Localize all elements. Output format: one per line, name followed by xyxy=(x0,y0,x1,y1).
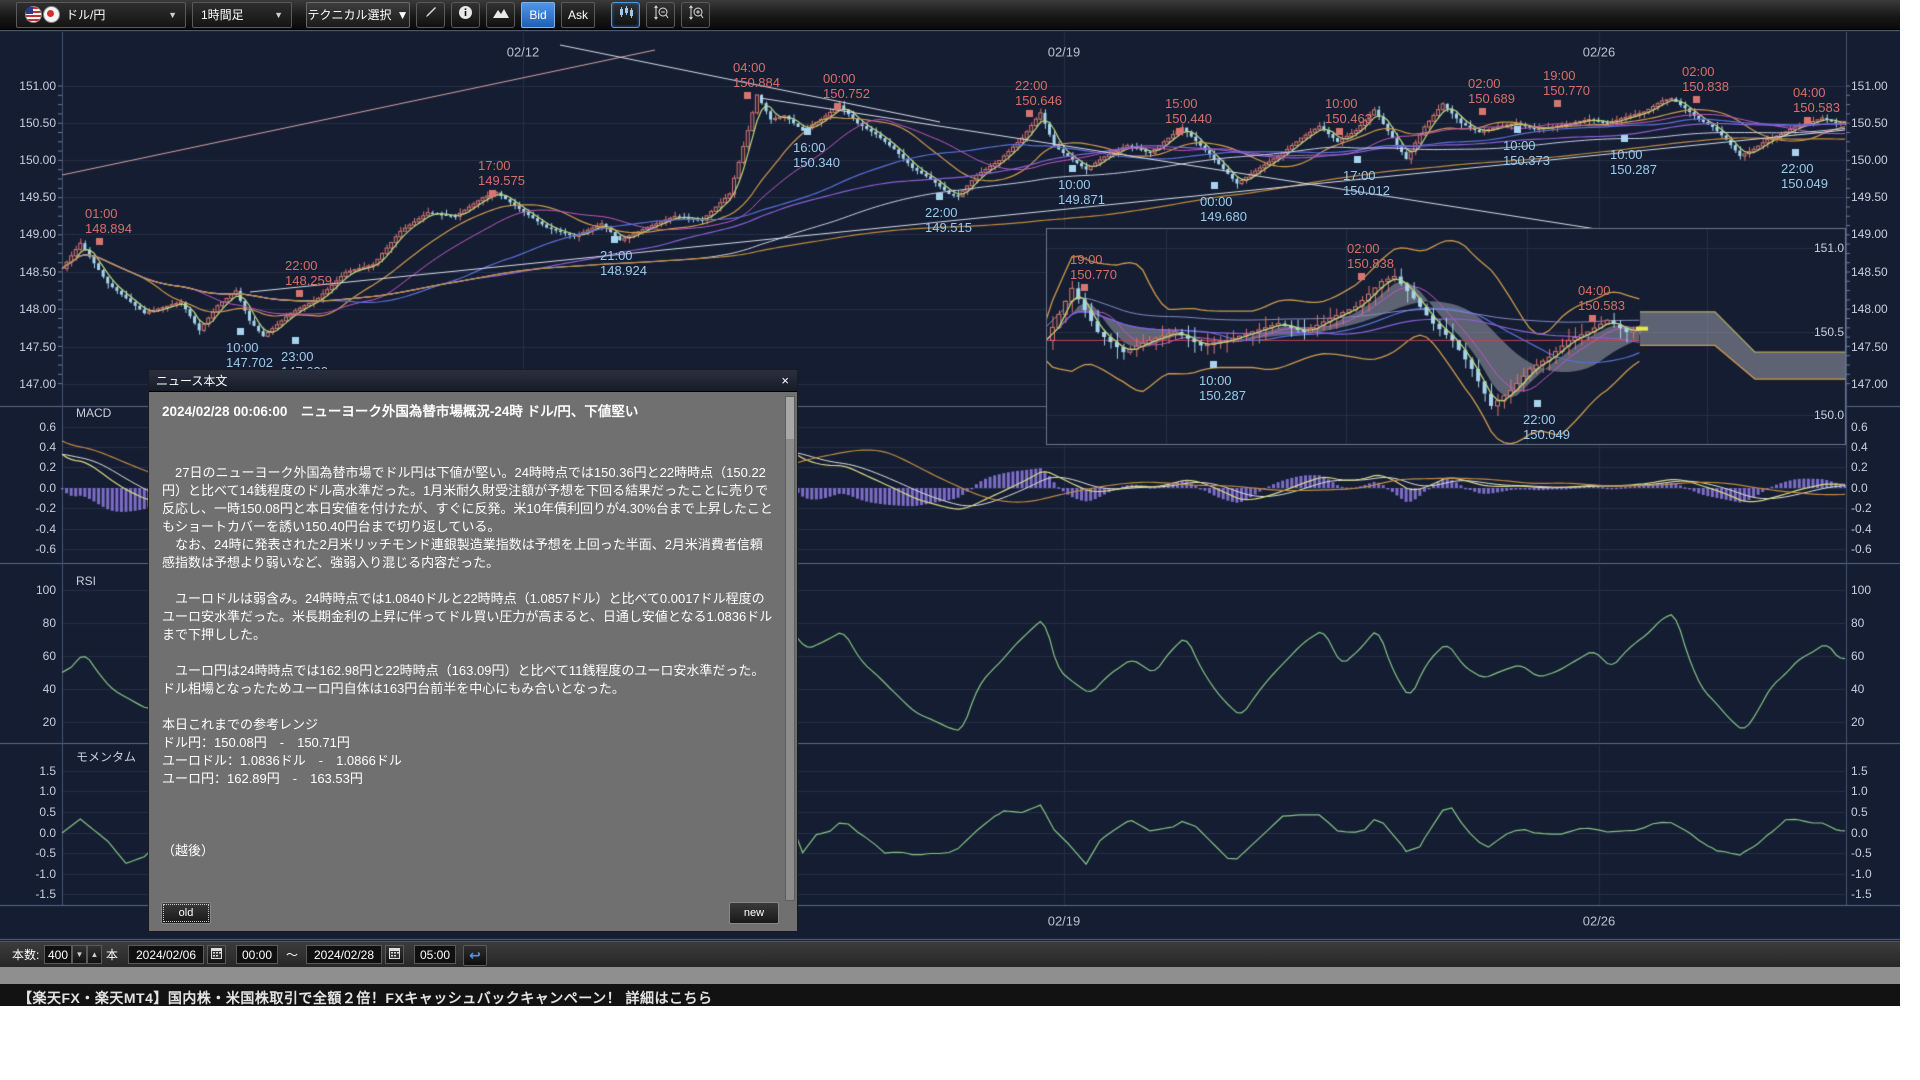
chevron-down-icon: ▼ xyxy=(76,950,84,959)
campaign-banner-text: 【楽天FX・楽天MT4】国内株・米国株取引で全額２倍！FXキャッシュバックキャン… xyxy=(18,988,712,1006)
close-icon[interactable]: × xyxy=(781,374,789,387)
us-flag-icon xyxy=(25,6,42,23)
chevron-up-icon: ▲ xyxy=(91,950,99,959)
time-from-input[interactable]: 00:00 xyxy=(236,945,278,964)
return-arrow-icon: ↩ xyxy=(469,947,481,964)
bar-count-label: 本数: xyxy=(12,945,39,964)
bid-toggle[interactable]: Bid xyxy=(521,2,555,28)
zoom-in-button[interactable] xyxy=(681,2,710,28)
status-strip xyxy=(0,967,1900,984)
currency-pair-select[interactable]: ドル/円 ▼ xyxy=(16,2,186,28)
calendar-icon xyxy=(389,948,400,962)
zoom-out-icon xyxy=(653,5,669,25)
ask-toggle[interactable]: Ask xyxy=(561,2,595,28)
count-increment-button[interactable]: ▲ xyxy=(87,945,102,964)
news-paragraph: ユーロ円は24時時点では162.98円と22時時点（163.09円）と比べて11… xyxy=(162,662,775,698)
timeframe-select[interactable]: 1時間足 ▼ xyxy=(192,2,292,28)
bar-count-input[interactable]: 400 xyxy=(44,945,72,964)
technical-select-label: テクニカル選択 xyxy=(308,6,392,23)
news-scrollbar[interactable] xyxy=(785,396,795,901)
date-to-calendar-button[interactable] xyxy=(385,945,404,964)
candlestick-icon xyxy=(618,5,634,24)
news-paragraphs: 27日のニューヨーク外国為替市場でドル円は下値が堅い。24時時点では150.36… xyxy=(162,464,775,860)
screenshot-page: ドル/円 ▼ 1時間足 ▼ テクニカル選択 ▼ xyxy=(0,0,1920,1080)
date-from-input[interactable]: 2024/02/06 xyxy=(128,945,204,964)
news-popup-body: 2024/02/28 00:06:00 ニューヨーク外国為替市場概況-24時 ド… xyxy=(149,392,797,931)
draw-pencil-button[interactable] xyxy=(416,2,445,28)
top-toolbar: ドル/円 ▼ 1時間足 ▼ テクニカル選択 ▼ xyxy=(0,0,1900,30)
news-popup-title: ニュース本文 xyxy=(156,372,227,389)
bid-label: Bid xyxy=(529,8,546,22)
area-chart-button[interactable] xyxy=(486,2,515,28)
zoom-out-button[interactable] xyxy=(646,2,675,28)
currency-pair-label: ドル/円 xyxy=(66,6,105,23)
technical-select-button[interactable]: テクニカル選択 ▼ xyxy=(306,2,410,28)
old-button-label: old xyxy=(179,907,194,919)
date-to-input[interactable]: 2024/02/28 xyxy=(306,945,382,964)
pencil-icon xyxy=(424,5,438,24)
zoom-in-icon xyxy=(688,5,704,25)
chevron-down-icon: ▼ xyxy=(168,10,177,20)
mountain-icon xyxy=(493,6,509,24)
time-to-input[interactable]: 05:00 xyxy=(414,945,456,964)
news-paragraph: 27日のニューヨーク外国為替市場でドル円は下値が堅い。24時時点では150.36… xyxy=(162,464,775,572)
chevron-down-icon: ▼ xyxy=(274,10,283,20)
news-popup: ニュース本文 × 2024/02/28 00:06:00 ニューヨーク外国為替市… xyxy=(148,369,798,932)
chevron-down-icon: ▼ xyxy=(397,8,409,22)
ask-label: Ask xyxy=(568,8,588,22)
new-button-label: new xyxy=(744,907,764,919)
timeframe-label: 1時間足 xyxy=(201,6,244,23)
count-decrement-button[interactable]: ▼ xyxy=(72,945,87,964)
scrollbar-thumb[interactable] xyxy=(786,397,794,439)
reload-range-button[interactable]: ↩ xyxy=(463,945,487,966)
candle-chart-button[interactable] xyxy=(611,2,640,28)
range-tilde: ～ xyxy=(286,945,298,964)
chart-app-window: ドル/円 ▼ 1時間足 ▼ テクニカル選択 ▼ xyxy=(0,0,1900,1006)
info-icon xyxy=(458,5,473,25)
news-paragraph: 本日これまでの参考レンジ ドル円：150.08円 - 150.71円 ユーロドル… xyxy=(162,716,775,788)
bar-unit-label: 本 xyxy=(106,945,118,964)
news-headline: 2024/02/28 00:06:00 ニューヨーク外国為替市場概況-24時 ド… xyxy=(162,400,775,420)
news-popup-titlebar[interactable]: ニュース本文 × xyxy=(149,370,797,392)
new-news-button[interactable]: new xyxy=(729,902,779,924)
date-from-calendar-button[interactable] xyxy=(207,945,226,964)
range-toolbar: 本数: 400 ▼ ▲ 本 2024/02/06 00:00 ～ 2024/02… xyxy=(0,941,1900,968)
jp-flag-icon xyxy=(43,6,60,23)
news-paragraph: ユーロドルは弱含み。24時時点では1.0840ドルと22時時点（1.0857ドル… xyxy=(162,590,775,644)
old-news-button[interactable]: old xyxy=(161,902,211,924)
news-paragraph: （越後） xyxy=(162,842,775,860)
calendar-icon xyxy=(211,948,222,962)
info-button[interactable] xyxy=(451,2,480,28)
campaign-banner[interactable]: 【楽天FX・楽天MT4】国内株・米国株取引で全額２倍！FXキャッシュバックキャン… xyxy=(0,984,1900,1006)
